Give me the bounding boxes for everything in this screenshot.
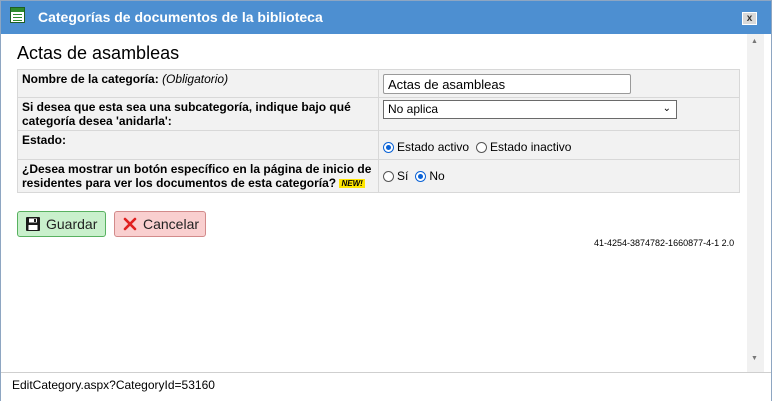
button-no-label[interactable]: No <box>429 169 444 183</box>
category-form: Nombre de la categoría: (Obligatorio) Si… <box>17 69 740 193</box>
category-name-input[interactable] <box>383 74 631 94</box>
button-question-field-cell: Sí No <box>378 159 740 193</box>
new-badge: NEW! <box>339 179 365 188</box>
floppy-disk-icon <box>26 217 40 231</box>
parent-category-value: No aplica <box>388 102 439 116</box>
form-row-status: Estado: Estado activo Estado inactivo <box>17 130 740 160</box>
x-icon <box>123 217 137 231</box>
status-inactive-label[interactable]: Estado inactivo <box>490 140 571 154</box>
parent-field-cell: No aplica ⌄ <box>378 97 740 131</box>
status-field-cell: Estado activo Estado inactivo <box>378 130 740 160</box>
version-text: 41-4254-3874782-1660877-4-1 2.0 <box>594 238 735 248</box>
window-title: Categorías de documentos de la bibliotec… <box>38 9 323 25</box>
button-yes-radio[interactable] <box>383 171 394 182</box>
name-label-cell: Nombre de la categoría: (Obligatorio) <box>17 69 379 98</box>
name-field-cell <box>378 69 740 98</box>
title-bar[interactable]: Categorías de documentos de la bibliotec… <box>1 1 771 34</box>
save-button[interactable]: Guardar <box>17 211 106 237</box>
scroll-down-icon[interactable]: ▼ <box>751 355 758 362</box>
status-bar: EditCategory.aspx?CategoryId=53160 <box>1 372 771 401</box>
cancel-label: Cancelar <box>143 216 200 232</box>
parent-label: Si desea que esta sea una subcategoría, … <box>17 97 379 131</box>
name-hint: (Obligatorio) <box>162 72 229 86</box>
chevron-down-icon: ⌄ <box>662 103 671 114</box>
save-label: Guardar <box>46 216 98 232</box>
button-yes-label[interactable]: Sí <box>397 169 408 183</box>
vertical-scrollbar[interactable]: ▲ ▼ <box>747 34 764 372</box>
name-label: Nombre de la categoría: <box>22 72 159 86</box>
dialog-content: Actas de asambleas Nombre de la categorí… <box>9 34 747 372</box>
scroll-up-icon[interactable]: ▲ <box>751 38 758 45</box>
status-inactive-radio[interactable] <box>476 142 488 153</box>
document-list-icon <box>10 7 25 23</box>
button-question-cell: ¿Desea mostrar un botón específico en la… <box>17 159 379 193</box>
form-row-name: Nombre de la categoría: (Obligatorio) <box>17 69 740 98</box>
dialog-window: Categorías de documentos de la bibliotec… <box>0 0 772 401</box>
form-row-parent: Si desea que esta sea una subcategoría, … <box>17 97 740 131</box>
button-no-radio[interactable] <box>415 171 427 182</box>
button-question-label: ¿Desea mostrar un botón específico en la… <box>22 162 372 190</box>
status-label: Estado: <box>17 130 379 160</box>
cancel-button[interactable]: Cancelar <box>114 211 206 237</box>
status-active-label[interactable]: Estado activo <box>397 140 469 154</box>
close-icon[interactable]: x <box>742 12 757 25</box>
parent-category-select[interactable]: No aplica ⌄ <box>383 100 677 119</box>
status-url: EditCategory.aspx?CategoryId=53160 <box>12 378 215 392</box>
form-row-button-question: ¿Desea mostrar un botón específico en la… <box>17 159 740 193</box>
status-active-radio[interactable] <box>383 142 394 153</box>
page-title: Actas de asambleas <box>17 43 180 63</box>
